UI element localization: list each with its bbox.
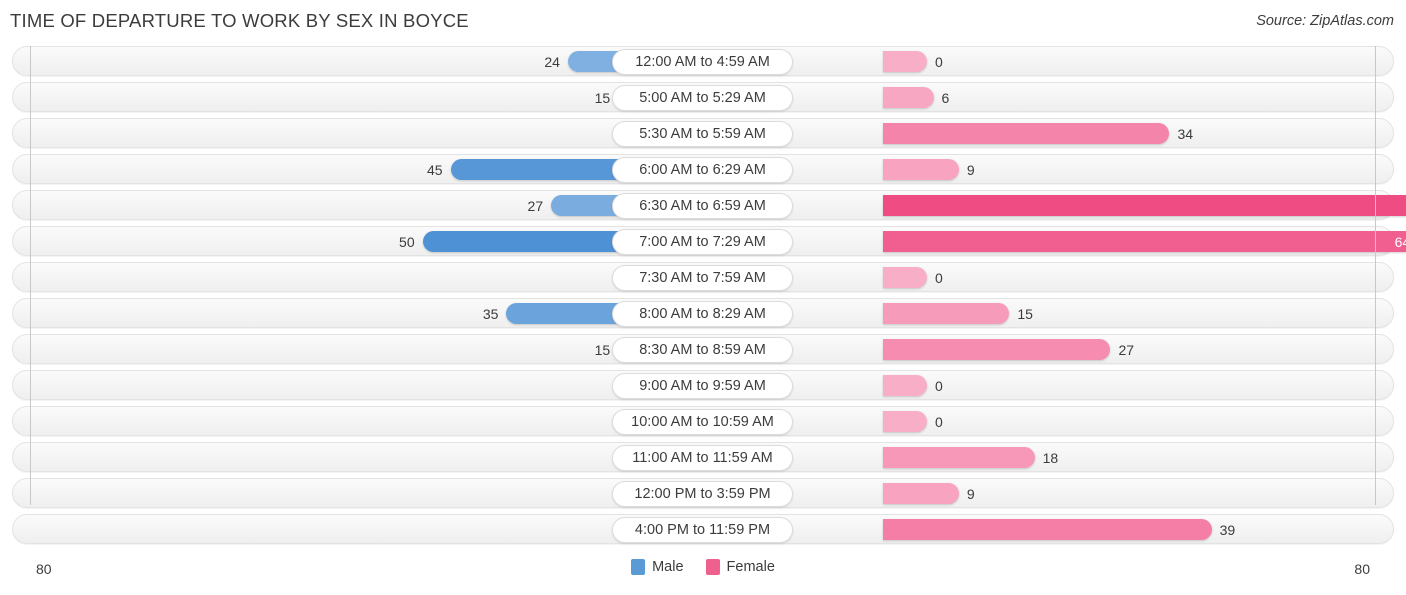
axis-line-left (30, 46, 31, 505)
legend-item-female[interactable]: Female (705, 559, 775, 575)
category-label: 4:00 PM to 11:59 PM (612, 517, 793, 543)
table-row[interactable]: 3345:30 AM to 5:59 AM (12, 118, 1394, 148)
category-label: 7:00 AM to 7:29 AM (612, 229, 793, 255)
bar-female[interactable] (883, 483, 959, 504)
table-row[interactable]: 3010:00 AM to 10:59 AM (12, 406, 1394, 436)
table-row[interactable]: 50 64 7:00 AM to 7:29 AM (12, 226, 1406, 256)
table-row[interactable]: 707:30 AM to 7:59 AM (12, 262, 1394, 292)
bar-female[interactable] (883, 303, 1010, 324)
table-row[interactable]: 15 6 5:00 AM to 5:29 AM (12, 82, 1394, 112)
value-label-female: 6 (941, 90, 950, 106)
table-row[interactable]: 15 27 8:30 AM to 8:59 AM (12, 334, 1394, 364)
value-label-female: 0 (935, 270, 943, 286)
table-row[interactable]: 01811:00 AM to 11:59 AM (12, 442, 1394, 472)
bar-female[interactable] (883, 267, 927, 288)
category-label: 5:00 AM to 5:29 AM (612, 85, 793, 111)
axis-line-right (1375, 46, 1376, 505)
bar-female[interactable] (883, 159, 959, 180)
bar-female[interactable] (883, 195, 1406, 216)
table-row[interactable]: 5912:00 PM to 3:59 PM (12, 478, 1394, 508)
value-label-male: 50 (399, 234, 415, 250)
category-label: 8:30 AM to 8:59 AM (612, 337, 793, 363)
legend-swatch-male-icon (631, 559, 646, 575)
category-label: 8:00 AM to 8:29 AM (612, 301, 793, 327)
value-label-female: 15 (1017, 306, 1033, 322)
bar-rows-container: 24 0 12:00 AM to 4:59 AM 15 6 5:00 AM to 5:29… (0, 46, 1406, 550)
page-title: TIME OF DEPARTURE TO WORK BY SEX IN BOYC… (10, 10, 469, 31)
source-attribution: Source: ZipAtlas.com (1256, 13, 1394, 29)
bar-female[interactable] (883, 411, 927, 432)
table-row[interactable]: 45 9 6:00 AM to 6:29 AM (12, 154, 1394, 184)
chart-plot-area: 24 0 12:00 AM to 4:59 AM 15 6 5:00 AM to 5:29… (0, 44, 1406, 549)
bar-female[interactable] (883, 87, 934, 108)
category-label: 6:00 AM to 6:29 AM (612, 157, 793, 183)
bar-female[interactable] (883, 447, 1035, 468)
value-label-female: 0 (935, 378, 943, 394)
chart-header: TIME OF DEPARTURE TO WORK BY SEX IN BOYC… (0, 0, 1406, 44)
value-label-female: 9 (966, 162, 975, 178)
category-label: 9:00 AM to 9:59 AM (612, 373, 793, 399)
value-label-female: 34 (1177, 126, 1194, 142)
bar-female[interactable] (883, 339, 1111, 360)
value-label-female: 64 (1394, 234, 1406, 250)
category-label: 10:00 AM to 10:59 AM (612, 409, 793, 435)
category-label: 12:00 AM to 4:59 AM (612, 49, 793, 75)
legend-swatch-female-icon (705, 559, 720, 575)
table-row[interactable]: 009:00 AM to 9:59 AM (12, 370, 1394, 400)
table-row[interactable]: 24 0 12:00 AM to 4:59 AM (12, 46, 1394, 76)
value-label-female: 0 (935, 54, 943, 70)
table-row[interactable]: 35 15 8:00 AM to 8:29 AM (12, 298, 1394, 328)
value-label-female: 39 (1219, 522, 1236, 538)
category-label: 11:00 AM to 11:59 AM (612, 445, 793, 471)
value-label-male: 27 (527, 198, 544, 214)
bar-female[interactable] (883, 519, 1212, 540)
legend-label-male: Male (652, 559, 684, 575)
value-label-male: 15 (594, 342, 611, 358)
legend-label-female: Female (726, 559, 775, 575)
category-label: 7:30 AM to 7:59 AM (612, 265, 793, 291)
value-label-female: 0 (935, 414, 943, 430)
category-label: 6:30 AM to 6:59 AM (612, 193, 793, 219)
chart-footer: 80 80 Male Female (0, 559, 1406, 585)
bar-female[interactable] (883, 123, 1170, 144)
legend-item-male[interactable]: Male (631, 559, 684, 575)
bar-female[interactable] (883, 231, 1406, 252)
value-label-male: 24 (544, 54, 560, 70)
value-label-male: 15 (594, 90, 611, 106)
bar-female[interactable] (883, 51, 927, 72)
value-label-female: 9 (966, 486, 975, 502)
value-label-female: 27 (1118, 342, 1135, 358)
value-label-female: 18 (1042, 450, 1059, 466)
category-label: 12:00 PM to 3:59 PM (612, 481, 793, 507)
value-label-male: 35 (482, 306, 499, 322)
table-row[interactable]: 0394:00 PM to 11:59 PM (12, 514, 1394, 544)
value-label-male: 45 (426, 162, 443, 178)
bar-female[interactable] (883, 375, 927, 396)
category-label: 5:30 AM to 5:59 AM (612, 121, 793, 147)
table-row[interactable]: 27796:30 AM to 6:59 AM (12, 190, 1406, 220)
chart-legend: Male Female (0, 559, 1406, 575)
